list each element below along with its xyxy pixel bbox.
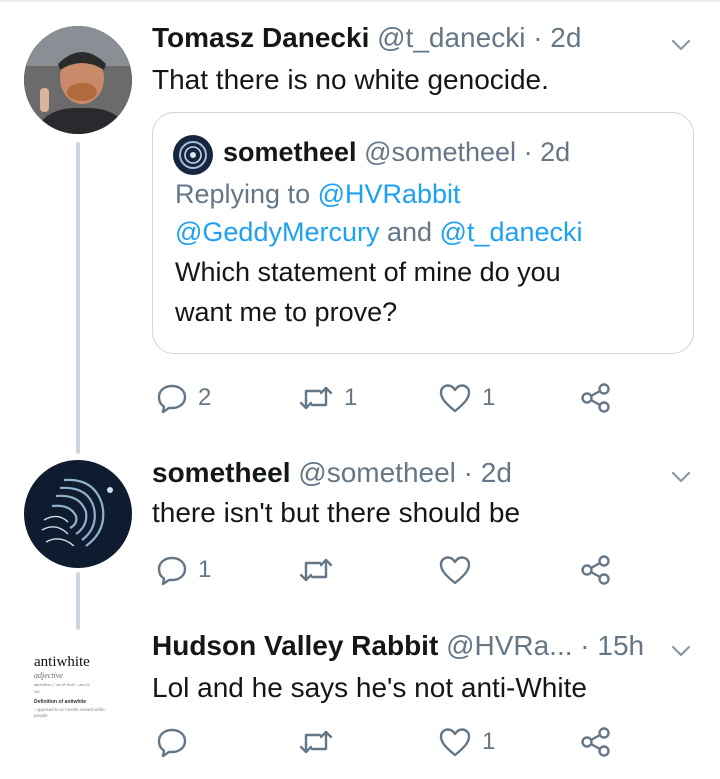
reply-button[interactable]: 2 (156, 382, 211, 414)
retweet-icon (299, 730, 333, 754)
timestamp[interactable]: · 15h (580, 630, 644, 661)
replying-to-continued: @GeddyMercury and @t_danecki (175, 217, 583, 248)
reply-count: 1 (198, 556, 212, 583)
thread-line (76, 142, 80, 454)
timestamp[interactable]: · 2d (533, 22, 581, 53)
mention-link[interactable]: @t_danecki (440, 217, 583, 247)
replying-to: Replying to @HVRabbit (175, 179, 461, 210)
tweet-header: Hudson Valley Rabbit @HVRa... · 15h (152, 630, 644, 662)
chevron-down-icon[interactable] (670, 466, 692, 488)
quoted-tweet[interactable]: sometheel @sometheel · 2d Replying to @H… (152, 112, 694, 354)
heart-icon (439, 728, 471, 757)
reply-icon (157, 384, 187, 414)
user-handle[interactable]: @t_danecki (377, 22, 525, 53)
reply-button[interactable] (156, 726, 188, 758)
like-button[interactable]: 1 (438, 382, 495, 414)
retweet-button[interactable]: 1 (298, 382, 357, 414)
avatar-dictionary-word: antiwhite (34, 654, 90, 670)
chevron-down-icon[interactable] (670, 34, 692, 56)
retweet-icon (299, 558, 333, 582)
replying-prefix: Replying to (175, 179, 318, 209)
tweet-text: That there is no white genocide. (152, 64, 549, 95)
share-icon (581, 383, 610, 413)
retweet-icon (299, 386, 333, 410)
display-name[interactable]: Hudson Valley Rabbit (152, 630, 438, 661)
share-icon (581, 555, 610, 585)
top-divider (0, 0, 720, 2)
quoted-handle: @sometheel (364, 137, 517, 167)
quoted-header: sometheel @sometheel · 2d (223, 137, 570, 168)
retweet-button[interactable] (298, 726, 334, 758)
quoted-text-line: Which statement of mine do you (175, 257, 561, 287)
mention-link[interactable]: @HVRabbit (318, 179, 461, 209)
avatar-dictionary-definition: : opposed to or hostile toward white peo… (34, 707, 105, 718)
avatar-dictionary-pronunciation: antiwhite | \ an-tē-hwīt \ ,an-,tī- (34, 682, 91, 687)
tweet-text: Lol and he says he's not anti-White (152, 672, 587, 703)
share-button[interactable] (580, 554, 612, 586)
chevron-down-icon[interactable] (670, 640, 692, 662)
reply-button[interactable]: 1 (156, 554, 211, 586)
display-name[interactable]: Tomasz Danecki (152, 22, 369, 53)
retweet-count: 1 (344, 384, 358, 411)
thread-line (76, 572, 80, 630)
quoted-avatar[interactable] (173, 135, 213, 175)
avatar[interactable] (24, 460, 132, 568)
like-button[interactable] (438, 554, 472, 586)
share-button[interactable] (580, 382, 612, 414)
mention-link[interactable]: @GeddyMercury (175, 217, 379, 247)
reply-icon (157, 728, 187, 758)
avatar[interactable]: antiwhite adjective antiwhite | \ an-tē-… (24, 634, 132, 742)
user-handle[interactable]: @HVRa... (446, 630, 572, 661)
like-button[interactable]: 1 (438, 726, 495, 758)
tweet-header: Tomasz Danecki @t_danecki · 2d (152, 22, 581, 54)
avatar-dictionary-heading: Definition of antiwhite (34, 699, 87, 705)
tweet-header: sometheel @sometheel · 2d (152, 457, 512, 489)
heart-icon (439, 556, 471, 585)
heart-icon (439, 384, 471, 413)
reply-count: 2 (198, 384, 212, 411)
quoted-display-name: sometheel (223, 137, 357, 167)
quoted-text-line: want me to prove? (175, 297, 398, 327)
avatar-dictionary-pronunciation: wīt (34, 689, 40, 694)
like-count: 1 (482, 728, 496, 755)
user-handle[interactable]: @sometheel (298, 457, 456, 488)
quoted-timestamp: · 2d (523, 137, 571, 167)
retweet-button[interactable] (298, 554, 334, 586)
reply-icon (157, 556, 187, 586)
share-button[interactable] (580, 726, 612, 758)
display-name[interactable]: sometheel (152, 457, 291, 488)
tweet-text: there isn't but there should be (152, 497, 521, 528)
avatar-dictionary-pos: adjective (34, 671, 63, 680)
like-count: 1 (482, 384, 496, 411)
share-icon (581, 727, 610, 757)
avatar[interactable] (24, 26, 132, 134)
replying-and: and (379, 217, 440, 247)
timestamp[interactable]: · 2d (464, 457, 512, 488)
